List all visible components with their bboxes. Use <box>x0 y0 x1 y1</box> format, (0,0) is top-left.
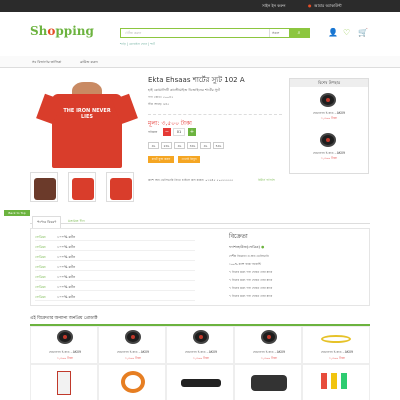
tshirt: THE IRON NEVER LIES <box>36 93 138 168</box>
account-link[interactable]: আমার অ্যাকাউন্ট <box>314 3 342 10</box>
similar-header: বিশেষ উপহার <box>290 79 368 87</box>
seller-point: ৭ দিনের মধ্যে পণ্য ফেরত দেয়া যাবে <box>229 294 273 298</box>
search-bar: খোঁজ করুন সকল ⌕ <box>120 28 310 38</box>
thumbnail[interactable] <box>68 172 96 202</box>
top-bar: সাইন ইন করুন ● আমার অ্যাকাউন্ট <box>0 0 400 12</box>
cart-icon[interactable]: 🛒 <box>358 28 368 37</box>
gadget-image <box>251 375 287 391</box>
user-icon[interactable]: ● <box>308 3 312 8</box>
return-policy-link[interactable]: রিটার্ন পলিসি <box>258 178 275 184</box>
user-icon[interactable]: 👤 <box>328 28 338 37</box>
product-card[interactable] <box>302 364 370 400</box>
product-card[interactable] <box>98 364 166 400</box>
size-option[interactable]: 2XL <box>161 142 172 149</box>
nav-bar: সব বিভাগের তালিকা ব্রাউজ করুন <box>0 56 400 68</box>
signin-link[interactable]: সাইন ইন করুন <box>262 3 286 10</box>
cable-image <box>181 379 221 387</box>
tab-review[interactable]: মতামত দিন <box>64 216 89 227</box>
product-card[interactable]: হেডফোন ই-বাড - AK09 ১,৫০০ টাকা <box>166 326 234 364</box>
thumbnail[interactable] <box>30 172 58 202</box>
similar-products: বিশেষ উপহার হেডফোন ই-বাড - AK09 ১,৫০০ টা… <box>289 78 369 174</box>
spec-row: ফেব্রিক: ১০০% কটন <box>35 291 195 301</box>
seller-point: ১০০% ক্যাশ ব্যাক গ্যারান্টি <box>229 262 262 266</box>
quantity-input[interactable]: 01 <box>173 128 185 136</box>
seller-heading: বিক্রেতা <box>229 233 248 240</box>
product-title: Ekta Ehsaas শার্টের স্যুট 102 A <box>148 76 245 84</box>
add-to-cart-button[interactable]: কার্টে যুক্ত করুন <box>148 156 174 163</box>
shirt-print: THE IRON NEVER LIES <box>63 108 111 120</box>
back-to-top-button[interactable]: Back to Top <box>4 210 30 216</box>
spec-row: ফেব্রিক: ১০০% কটন <box>35 271 195 281</box>
earbud-image <box>320 93 336 107</box>
product-card[interactable]: হেডফোন ই-বাড - AK09 ১,৫০০ টাকা <box>98 326 166 364</box>
browse-menu[interactable]: ব্রাউজ করুন <box>80 60 98 66</box>
suggestion-2[interactable]: মোবাইল ফোন <box>129 42 147 46</box>
size-option[interactable]: XL <box>174 142 185 149</box>
search-input[interactable]: খোঁজ করুন <box>125 31 141 37</box>
quantity-label: পরিমাণ <box>148 130 158 134</box>
product-card[interactable]: হেডফোন ই-বাড - AK09 ১,৫০০ টাকা <box>30 326 98 364</box>
suggestion-3[interactable]: শার্ট <box>150 42 155 46</box>
spec-row: ফেব্রিক: ১০০% কটন <box>35 251 195 261</box>
product-card[interactable] <box>234 364 302 400</box>
seller-point: দেশীয় বিক্রেতা ও দ্রুত ডেলিভারি <box>229 254 269 258</box>
size-option[interactable]: XL <box>148 142 159 149</box>
related-grid: হেডফোন ই-বাড - AK09 ১,৫০০ টাকা হেডফোন ই-… <box>30 326 370 400</box>
seller-point: ৭ দিনের মধ্যে পণ্য ফেরত দেয়া যাবে <box>229 278 273 282</box>
product-card[interactable]: হেডফোন ই-বাড - AK09 ১,৫০০ টাকা <box>234 326 302 364</box>
similar-item[interactable]: হেডফোন ই-বাড - AK09 ১,৫০০ টাকা <box>290 129 368 165</box>
earbud-image <box>193 330 209 344</box>
spec-row: ফেব্রিক: ১০০% কটন <box>35 231 195 241</box>
verified-icon: ● <box>261 245 265 249</box>
category-select[interactable]: সকল <box>269 29 291 37</box>
spec-row: ফেব্রিক: ১০০% কটন <box>35 241 195 251</box>
size-option[interactable]: 3XL <box>187 142 198 149</box>
thumbnail[interactable] <box>106 172 134 202</box>
size-option[interactable]: 5XL <box>213 142 224 149</box>
delivery-note: ক্যাশ অন ডেলিভারি নিতে চাইলে কল করুন: ০১… <box>148 178 234 182</box>
product-card[interactable] <box>30 364 98 400</box>
plus-button[interactable]: + <box>188 128 196 136</box>
logo[interactable]: Shopping <box>30 24 94 38</box>
stock-info: স্টক আছে: ৬৪৫ <box>148 102 170 106</box>
product-code: পণ্য কোড: ৫০০৪২ <box>148 95 174 99</box>
seller-info: বিক্রেতা ফ্যাশনহাউজ(ফেব্রিক) ● দেশীয় বি… <box>229 231 369 299</box>
size-option[interactable]: XL <box>200 142 211 149</box>
search-button[interactable]: ⌕ <box>289 29 309 37</box>
seller-point: ৭ দিনের মধ্যে পণ্য ফেরত দেয়া যাবে <box>229 286 273 290</box>
product-image[interactable]: THE IRON NEVER LIES <box>34 74 144 168</box>
categories-menu[interactable]: সব বিভাগের তালিকা <box>32 60 61 66</box>
product-card[interactable] <box>166 364 234 400</box>
product-subtitle: হাই কোয়ালিটি কাস্টোমাইজ ডিজাইনের শার্টে… <box>148 88 221 92</box>
related-heading: এই বিক্রেতার অন্যান্য জনপ্রিয় প্রোডাক্ট <box>30 315 370 326</box>
spec-row: ফেব্রিক: ১০০% কটন <box>35 261 195 271</box>
headphone-image <box>121 371 145 393</box>
search-suggestions: শাড়ি | মোবাইল ফোন | শার্ট <box>120 42 155 46</box>
header: Shopping খোঁজ করুন সকল ⌕ শাড়ি | মোবাইল … <box>0 12 400 56</box>
box-image <box>57 371 71 395</box>
detail-tabs: পণ্যের বিবরণ মতামত দিন <box>30 214 370 229</box>
seller-point: ৭ দিনের মধ্যে পণ্য ফেরত দেয়া যাবে <box>229 270 273 274</box>
minus-button[interactable]: − <box>163 128 171 136</box>
similar-item[interactable]: হেডফোন ই-বাড - AK09 ১,৫০০ টাকা <box>290 89 368 125</box>
earbud-image <box>320 133 336 147</box>
buy-now-button[interactable]: এখনই কিনুন <box>178 156 200 163</box>
earbud-image <box>125 330 141 344</box>
product-price: মূল্য: ৩,৫০০ টাকা <box>148 114 282 129</box>
specs-panel: ফেব্রিক: ১০০% কটন ফেব্রিক: ১০০% কটন ফেব্রি… <box>30 228 370 306</box>
seller-name[interactable]: ফ্যাশনহাউজ(ফেব্রিক) ● <box>229 244 369 251</box>
heart-icon[interactable]: ♡ <box>343 28 350 37</box>
earbud-image <box>57 330 73 344</box>
product-info: Ekta Ehsaas শার্টের স্যুট 102 A হাই কোয়… <box>148 74 282 129</box>
suggestion-1[interactable]: শাড়ি <box>120 42 126 46</box>
necklace-image <box>321 335 351 343</box>
product-card[interactable]: হেডফোন ই-বাড - AK09 ১,৫০০ টাকা <box>302 326 370 364</box>
toy-image <box>321 373 327 389</box>
spec-row: ফেব্রিক: ১০০% কটন <box>35 281 195 291</box>
earbud-image <box>261 330 277 344</box>
